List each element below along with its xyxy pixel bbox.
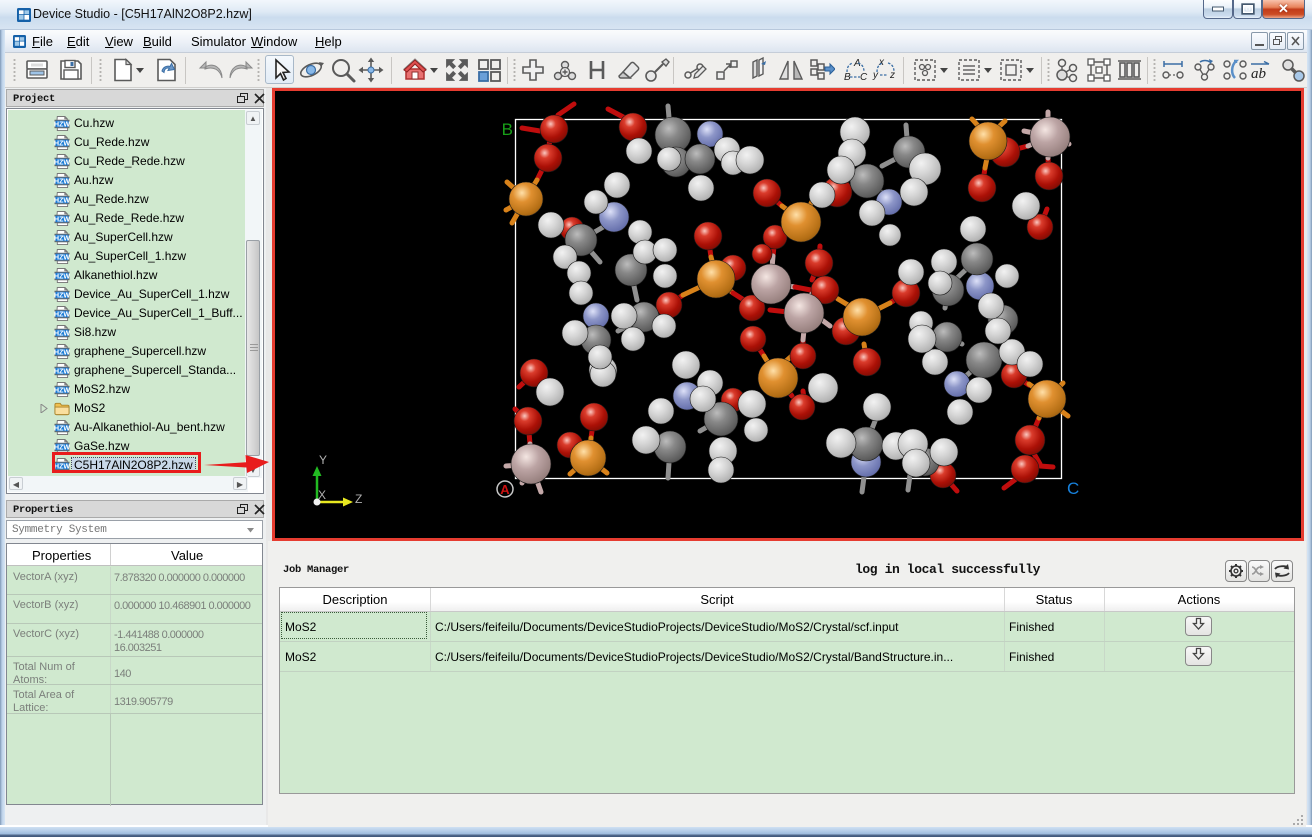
svg-text:HZW: HZW (54, 273, 70, 280)
svg-text:HZW: HZW (54, 254, 70, 261)
svg-text:X: X (318, 488, 326, 502)
svg-text:z: z (889, 70, 895, 81)
svg-text:Y: Y (319, 453, 327, 467)
svg-text:ab: ab (1251, 66, 1267, 82)
svg-text:HZW: HZW (54, 197, 70, 204)
svg-text:HZW: HZW (54, 444, 70, 451)
svg-text:B: B (844, 72, 851, 83)
svg-text:HZW: HZW (54, 311, 70, 318)
svg-text:HZW: HZW (54, 330, 70, 337)
svg-text:y: y (872, 70, 879, 81)
svg-text:C: C (1067, 479, 1079, 498)
svg-text:HZW: HZW (54, 121, 70, 128)
svg-text:HZW: HZW (54, 216, 70, 223)
svg-text:A: A (500, 482, 510, 497)
svg-text:HZW: HZW (54, 140, 70, 147)
svg-text:HZW: HZW (54, 425, 70, 432)
svg-text:HZW: HZW (54, 349, 70, 356)
svg-text:B: B (502, 120, 513, 139)
svg-text:HZW: HZW (54, 178, 70, 185)
svg-text:HZW: HZW (54, 235, 70, 242)
svg-text:Z: Z (355, 492, 362, 506)
svg-text:C: C (860, 72, 868, 83)
svg-text:x: x (878, 57, 885, 68)
svg-text:HZW: HZW (54, 387, 70, 394)
svg-text:HZW: HZW (54, 368, 70, 375)
svg-text:HZW: HZW (54, 292, 70, 299)
svg-text:HZW: HZW (54, 159, 70, 166)
